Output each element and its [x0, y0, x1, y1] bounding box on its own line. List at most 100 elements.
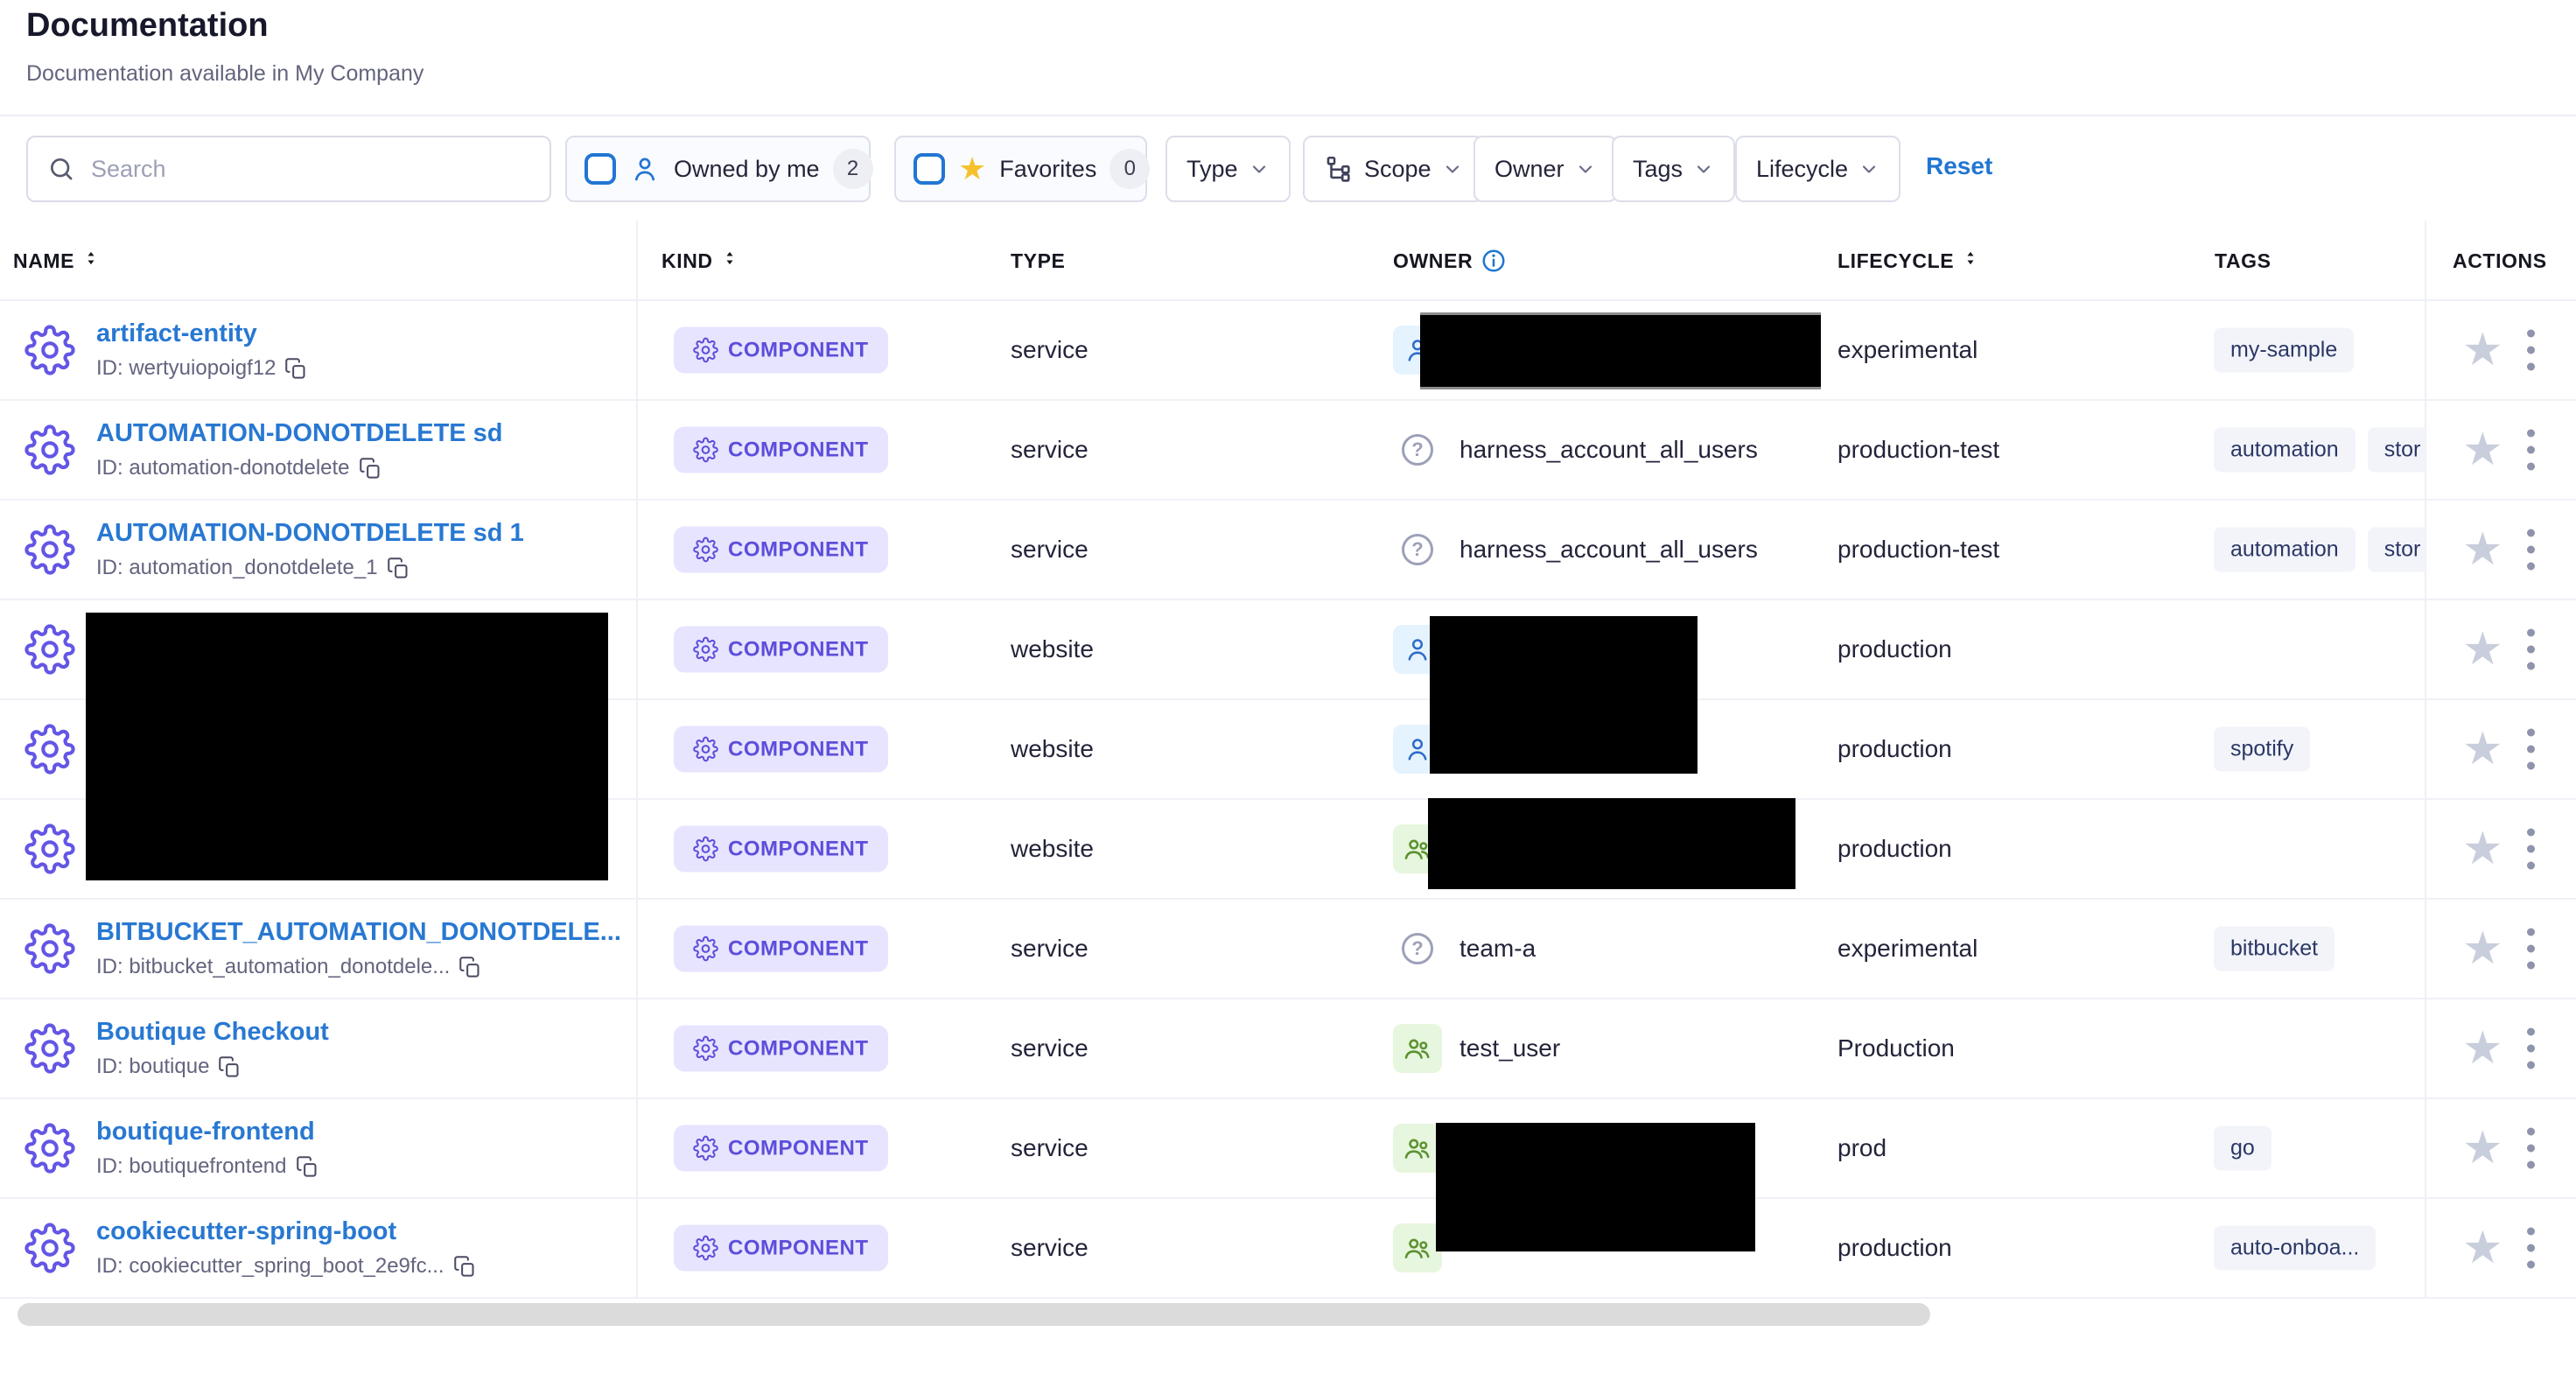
chevron-down-icon [1858, 158, 1880, 179]
favorites-star-icon: ★ [958, 153, 986, 185]
page-subtitle: Documentation available in My Company [26, 61, 424, 87]
favorite-star-button[interactable]: ★ [2462, 1026, 2503, 1071]
redacted-region [1420, 312, 1821, 389]
tags-cell: spotify [2214, 727, 2426, 772]
entity-name-link[interactable]: Boutique Checkout [96, 1018, 329, 1047]
row-menu-button[interactable] [2527, 1228, 2535, 1269]
row-menu-button[interactable] [2527, 529, 2535, 571]
owned-by-me-count: 2 [833, 149, 873, 189]
lifecycle-cell: Production [1838, 1034, 1955, 1062]
lifecycle-cell: production [1838, 1234, 1952, 1262]
tag-chip: automation [2214, 528, 2356, 572]
filter-owner-button[interactable]: Owner [1474, 136, 1617, 202]
favorite-star-button[interactable]: ★ [2462, 1225, 2503, 1271]
column-header-kind[interactable]: KIND [662, 221, 738, 301]
search-box[interactable] [26, 136, 551, 202]
row-menu-button[interactable] [2527, 430, 2535, 471]
favorite-star-button[interactable]: ★ [2462, 1125, 2503, 1171]
row-menu-button[interactable] [2527, 629, 2535, 670]
copy-icon[interactable] [218, 1055, 242, 1079]
kind-badge: COMPONENT [674, 527, 888, 573]
reset-filters-button[interactable]: Reset [1926, 152, 1992, 180]
copy-icon[interactable] [453, 1255, 477, 1279]
copy-icon[interactable] [284, 357, 308, 381]
favorites-checkbox[interactable] [914, 153, 945, 185]
entity-id: ID: boutiquefrontend [96, 1154, 287, 1179]
tag-chip: my-sample [2214, 328, 2354, 373]
component-gear-icon [693, 737, 718, 762]
lifecycle-cell: production-test [1838, 436, 1999, 464]
kind-badge: COMPONENT [674, 627, 888, 673]
group-icon [1393, 1024, 1442, 1073]
tags-cell: bitbucket [2214, 927, 2426, 971]
column-header-actions: ACTIONS [2453, 221, 2547, 301]
info-icon[interactable] [1480, 248, 1507, 274]
filter-tags-button[interactable]: Tags [1612, 136, 1735, 202]
lifecycle-cell: production-test [1838, 536, 1999, 564]
favorite-star-button[interactable]: ★ [2462, 726, 2503, 772]
filter-type-button[interactable]: Type [1166, 136, 1291, 202]
tag-chip: go [2214, 1126, 2272, 1171]
column-header-lifecycle[interactable]: LIFECYCLE [1838, 221, 1979, 301]
filter-owned-by-me[interactable]: Owned by me 2 [565, 136, 871, 202]
column-header-name[interactable]: NAME [13, 221, 100, 301]
row-menu-button[interactable] [2527, 729, 2535, 770]
favorite-star-button[interactable]: ★ [2462, 327, 2503, 373]
sort-icon[interactable] [82, 249, 100, 272]
tags-cell: auto-onboa... [2214, 1226, 2426, 1271]
copy-icon[interactable] [458, 956, 482, 979]
filter-scope-button[interactable]: Scope [1303, 136, 1484, 202]
copy-icon[interactable] [296, 1155, 319, 1179]
row-menu-button[interactable] [2527, 929, 2535, 970]
component-gear-icon [693, 1036, 718, 1062]
owner-name: harness_account_all_users [1460, 536, 1758, 564]
row-menu-button[interactable] [2527, 330, 2535, 371]
favorite-star-button[interactable]: ★ [2462, 427, 2503, 473]
row-menu-button[interactable] [2527, 1028, 2535, 1069]
group-icon [1393, 1124, 1442, 1173]
column-header-owner: OWNER [1393, 221, 1507, 301]
component-gear-icon [693, 936, 718, 962]
entity-name-link[interactable]: cookiecutter-spring-boot [96, 1217, 477, 1246]
lifecycle-cell: production [1838, 835, 1952, 863]
page-title: Documentation [26, 7, 269, 45]
horizontal-scrollbar[interactable] [18, 1303, 1930, 1326]
sort-icon[interactable] [721, 249, 738, 272]
component-gear-icon [693, 537, 718, 563]
entity-name-link[interactable]: boutique-frontend [96, 1118, 319, 1146]
filter-favorites[interactable]: ★ Favorites 0 [894, 136, 1147, 202]
type-cell: website [1011, 735, 1094, 763]
tag-chip: automation [2214, 428, 2356, 473]
table-row: Boutique CheckoutID: boutiqueCOMPONENTse… [0, 999, 2576, 1099]
column-header-tags: TAGS [2215, 221, 2272, 301]
copy-icon[interactable] [359, 457, 382, 480]
table-row: boutique-frontendID: boutiquefrontendCOM… [0, 1099, 2576, 1199]
search-input[interactable] [89, 155, 530, 184]
name-cell: Boutique CheckoutID: boutique [96, 1018, 329, 1079]
favorites-count: 0 [1110, 149, 1150, 189]
sort-icon[interactable] [1962, 249, 1979, 272]
owned-by-me-label: Owned by me [674, 156, 820, 183]
entity-name-link[interactable]: AUTOMATION-DONOTDELETE sd [96, 419, 503, 448]
filter-lifecycle-button[interactable]: Lifecycle [1735, 136, 1900, 202]
entity-name-link[interactable]: AUTOMATION-DONOTDELETE sd 1 [96, 519, 524, 548]
component-gear-icon [693, 837, 718, 862]
name-cell: boutique-frontend ID: boutiquefrontend [96, 1118, 319, 1179]
owner-cell: ?harness_account_all_users [1393, 434, 1758, 466]
owned-by-me-checkbox[interactable] [584, 153, 616, 185]
copy-icon[interactable] [387, 557, 410, 580]
entity-gear-icon [24, 923, 75, 974]
type-cell: website [1011, 635, 1094, 663]
entity-id: ID: bitbucket_automation_donotdele... [96, 955, 450, 979]
favorite-star-button[interactable]: ★ [2462, 926, 2503, 971]
row-menu-button[interactable] [2527, 829, 2535, 870]
entity-name-link[interactable]: BITBUCKET_AUTOMATION_DONOTDELE... [96, 918, 621, 947]
unknown-owner-icon: ? [1402, 933, 1433, 964]
entity-name-link[interactable]: artifact-entity [96, 319, 308, 348]
row-menu-button[interactable] [2527, 1128, 2535, 1169]
favorite-star-button[interactable]: ★ [2462, 627, 2503, 672]
chevron-down-icon [1249, 158, 1270, 179]
favorite-star-button[interactable]: ★ [2462, 826, 2503, 872]
redacted-region [1436, 1123, 1755, 1251]
favorite-star-button[interactable]: ★ [2462, 527, 2503, 572]
